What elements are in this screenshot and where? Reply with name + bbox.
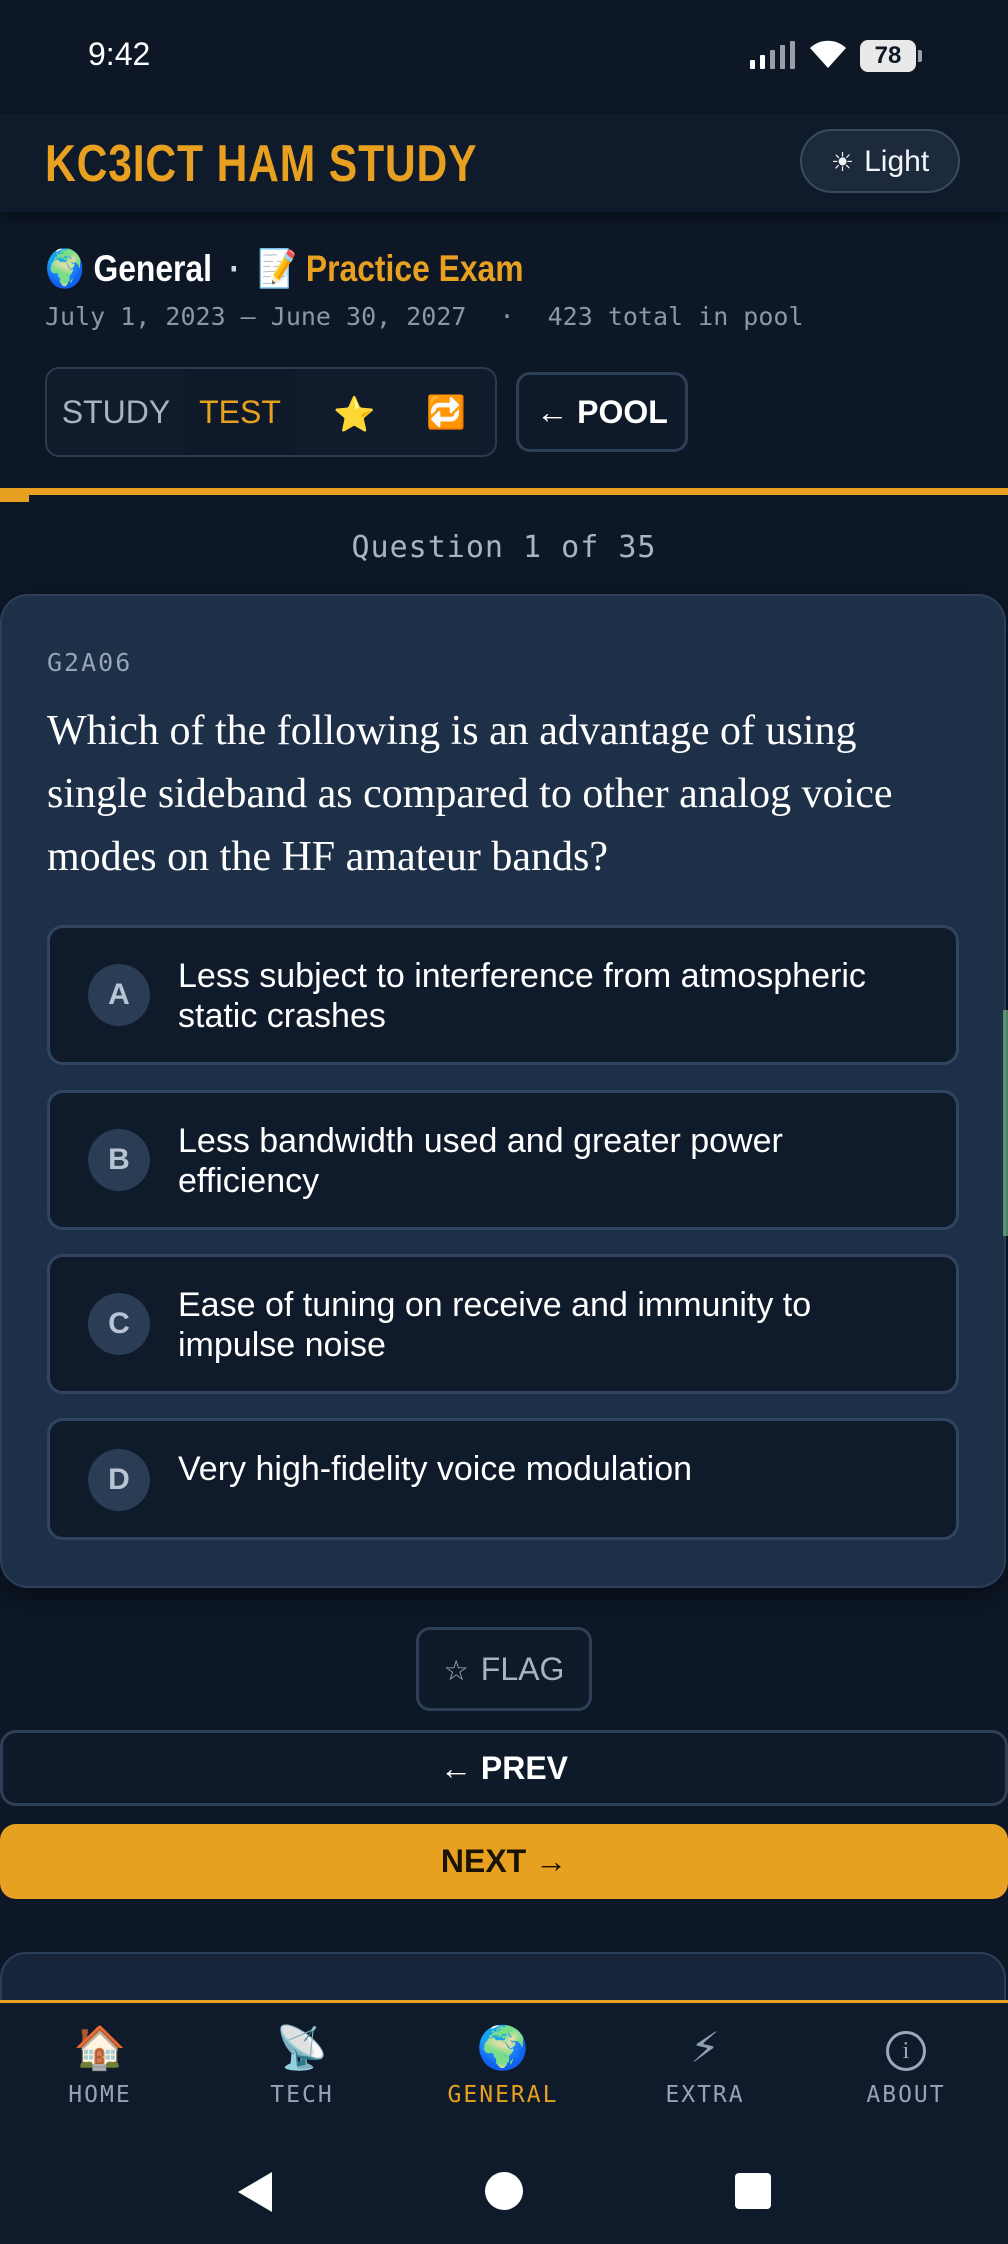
- memo-icon: 📝: [257, 248, 298, 289]
- home-icon: 🏠: [73, 2024, 127, 2071]
- globe-icon: 🌍: [476, 2024, 530, 2071]
- mode-name: Practice Exam: [305, 248, 524, 289]
- pool-total: 423 total in pool: [547, 302, 804, 331]
- pool-dates: July 1, 2023 – June 30, 2027: [45, 302, 467, 331]
- answer-option-b[interactable]: B Less bandwidth used and greater power …: [47, 1090, 959, 1230]
- tab-home[interactable]: 🏠 HOME: [0, 2020, 200, 2108]
- home-nav-icon[interactable]: [485, 2172, 523, 2210]
- pool-name: General: [93, 248, 212, 289]
- tab-label: HOME: [68, 2082, 132, 2108]
- info-icon: i: [886, 2030, 926, 2071]
- battery-icon: 78: [860, 40, 922, 72]
- lightning-icon: ⚡: [690, 2024, 720, 2071]
- tab-starred[interactable]: ⭐: [305, 369, 395, 455]
- satellite-dish-icon: 📡: [275, 2024, 329, 2071]
- status-bar: [0, 0, 1008, 114]
- next-button[interactable]: NEXT →: [0, 1824, 1008, 1899]
- tab-label: TECH: [270, 2082, 334, 2108]
- tab-study[interactable]: STUDY: [47, 369, 185, 455]
- flag-label: FLAG: [480, 1651, 565, 1687]
- progress-fill: [0, 492, 29, 502]
- option-letter: B: [88, 1129, 150, 1191]
- signal-icon: [750, 41, 795, 69]
- dot-separator: ·: [499, 302, 515, 331]
- prev-button[interactable]: ← PREV: [0, 1730, 1008, 1806]
- tab-tech[interactable]: 📡 TECH: [202, 2020, 402, 2108]
- recents-nav-icon[interactable]: [735, 2173, 771, 2209]
- tab-extra[interactable]: ⚡ EXTRA: [605, 2020, 805, 2108]
- tab-test[interactable]: TEST: [185, 369, 295, 455]
- tab-general[interactable]: 🌍 GENERAL: [403, 2020, 603, 2108]
- globe-icon: 🌍: [45, 248, 85, 289]
- status-time: 9:42: [88, 36, 151, 72]
- tab-about[interactable]: i ABOUT: [806, 2020, 1006, 2108]
- answer-option-a[interactable]: A Less subject to interference from atmo…: [47, 925, 959, 1065]
- star-icon: ⭐: [333, 395, 376, 434]
- option-text: Ease of tuning on receive and immunity t…: [178, 1286, 812, 1364]
- app-title: KC3ICT HAM STUDY: [45, 135, 478, 193]
- question-counter: Question 1 of 35: [351, 530, 657, 565]
- star-outline-icon: ☆: [443, 1655, 469, 1686]
- back-to-pool-button[interactable]: ← POOL: [516, 372, 688, 452]
- breadcrumb: 🌍 General · 📝 Practice Exam: [45, 248, 601, 291]
- flag-button[interactable]: ☆ FLAG: [416, 1627, 592, 1711]
- option-letter: C: [88, 1293, 150, 1355]
- wifi-icon: [810, 40, 846, 68]
- repeat-icon: 🔁: [426, 394, 466, 430]
- option-text: Less bandwidth used and greater power ef…: [178, 1122, 783, 1200]
- option-text: Very high-fidelity voice modulation: [178, 1450, 693, 1488]
- breadcrumb-separator: ·: [229, 248, 241, 289]
- progress-bar: [0, 488, 1008, 495]
- question-text: Which of the following is an advantage o…: [47, 708, 893, 880]
- theme-toggle-button[interactable]: ☀ Light: [800, 129, 960, 193]
- mode-switcher: STUDY TEST ⭐ 🔁: [45, 367, 497, 457]
- tab-label: EXTRA: [665, 2082, 745, 2108]
- back-nav-icon[interactable]: [238, 2172, 272, 2212]
- question-id: G2A06: [47, 648, 133, 677]
- tab-review[interactable]: 🔁: [397, 369, 495, 455]
- option-text: Less subject to interference from atmosp…: [178, 957, 866, 1035]
- option-letter: A: [88, 964, 150, 1026]
- battery-level: 78: [860, 40, 916, 72]
- tab-label: GENERAL: [447, 2082, 559, 2108]
- answer-option-d[interactable]: D Very high-fidelity voice modulation: [47, 1418, 959, 1540]
- scroll-indicator[interactable]: [1003, 1010, 1008, 1236]
- tab-label: ABOUT: [866, 2082, 946, 2108]
- pool-dates-line: July 1, 2023 – June 30, 2027 · 423 total…: [45, 302, 804, 331]
- answer-option-c[interactable]: C Ease of tuning on receive and immunity…: [47, 1254, 959, 1394]
- sun-icon: ☀: [830, 147, 855, 177]
- option-letter: D: [88, 1449, 150, 1511]
- theme-toggle-label: Light: [864, 145, 930, 178]
